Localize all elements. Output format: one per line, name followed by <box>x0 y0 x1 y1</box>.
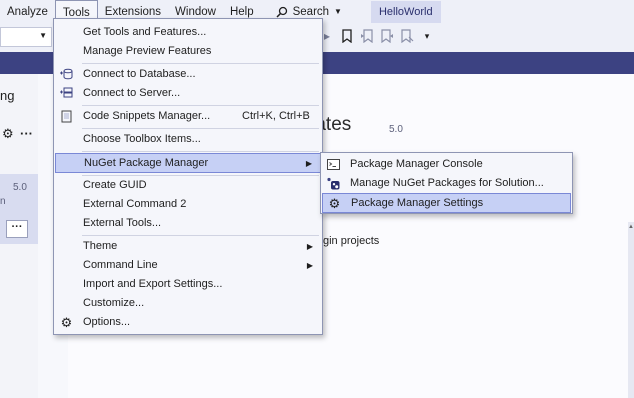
menu-item-code-snippets[interactable]: Code Snippets Manager... Ctrl+K, Ctrl+B <box>55 107 321 126</box>
bookmark-icon[interactable] <box>340 29 354 44</box>
shortcut-text: Ctrl+K, Ctrl+B <box>242 110 310 122</box>
next-bookmark-icon[interactable] <box>380 29 394 44</box>
menu-item-label: Choose Toolbox Items... <box>83 133 201 145</box>
menu-item-theme[interactable]: Theme ▶ <box>55 237 321 256</box>
menu-separator <box>82 128 319 129</box>
console-icon <box>326 157 341 172</box>
vertical-scrollbar[interactable]: ▲ <box>628 222 634 398</box>
menu-item-label: Customize... <box>83 297 145 309</box>
submenu-arrow-icon: ▶ <box>306 242 313 251</box>
menu-item-external-command-2[interactable]: External Command 2 <box>55 195 321 214</box>
menu-item-label: External Command 2 <box>83 198 187 210</box>
submenu-item-manage-nuget-packages[interactable]: Manage NuGet Packages for Solution... <box>322 174 571 193</box>
menu-item-label: NuGet Package Manager <box>84 157 209 169</box>
submenu-item-package-manager-settings[interactable]: ⚙ Package Manager Settings <box>322 193 571 213</box>
menu-item-label: Connect to Database... <box>83 68 196 80</box>
solution-name-badge: HelloWorld <box>370 1 441 23</box>
menu-separator <box>82 63 319 64</box>
nuget-submenu: Package Manager Console Manage NuGet Pac… <box>320 152 573 214</box>
more-options-icon[interactable]: ··· <box>20 126 33 141</box>
item-version: 5.0 <box>13 182 27 193</box>
settings-gear-icon[interactable]: ⚙ <box>2 126 14 142</box>
menu-item-label: Command Line <box>83 259 158 271</box>
menu-item-choose-toolbox[interactable]: Choose Toolbox Items... <box>55 130 321 149</box>
menu-item-label: Package Manager Console <box>350 158 483 170</box>
submenu-arrow-icon: ▶ <box>305 159 312 168</box>
menu-item-label: Options... <box>83 316 131 328</box>
item-text: n <box>0 196 6 207</box>
left-panel: ng ⚙ ··· 5.0 n ··· <box>0 74 38 398</box>
menu-item-label: Code Snippets Manager... <box>83 110 211 122</box>
toolbar-overflow-icon[interactable]: ▾ <box>420 29 434 43</box>
menu-item-manage-preview[interactable]: Manage Preview Features <box>55 42 321 61</box>
menu-item-create-guid[interactable]: Create GUID <box>55 176 321 195</box>
selected-list-item[interactable]: 5.0 n ··· <box>0 174 38 244</box>
menu-item-customize[interactable]: Customize... <box>55 294 321 313</box>
search-icon <box>276 6 287 18</box>
scroll-up-icon[interactable]: ▲ <box>628 224 634 230</box>
menu-item-label: Connect to Server... <box>83 87 181 99</box>
menu-item-connect-database[interactable]: Connect to Database... <box>55 65 321 84</box>
menu-item-label: Theme <box>83 240 118 252</box>
menu-item-external-tools[interactable]: External Tools... <box>55 214 321 233</box>
configuration-dropdown[interactable]: ▼ <box>0 27 52 47</box>
menu-item-label: Import and Export Settings... <box>83 278 223 290</box>
menu-item-import-export-settings[interactable]: Import and Export Settings... <box>55 275 321 294</box>
menu-separator <box>82 151 319 152</box>
snippet-icon <box>59 109 74 124</box>
menu-item-label: Create GUID <box>83 179 147 191</box>
gear-icon: ⚙ <box>60 315 73 330</box>
tools-menu: Get Tools and Features... Manage Preview… <box>53 18 323 335</box>
menu-item-options[interactable]: ⚙ Options... <box>55 313 321 332</box>
menu-item-label: Manage NuGet Packages for Solution... <box>350 177 544 189</box>
menu-item-label: External Tools... <box>83 217 162 229</box>
bookmark-toolbar: ▸ ▾ <box>320 29 434 44</box>
menu-separator <box>82 105 319 106</box>
menu-item-nuget-package-manager[interactable]: NuGet Package Manager ▶ <box>55 153 321 173</box>
submenu-arrow-icon: ▶ <box>306 261 313 270</box>
menu-item-label: Package Manager Settings <box>351 197 484 209</box>
database-connect-icon <box>59 67 74 82</box>
title-version: 5.0 <box>389 124 403 135</box>
item-more-button[interactable]: ··· <box>6 220 28 238</box>
menu-item-get-tools[interactable]: Get Tools and Features... <box>55 23 321 42</box>
left-panel-text: ng <box>0 88 15 103</box>
menu-analyze[interactable]: Analyze <box>0 0 55 24</box>
chevron-down-icon: ▼ <box>334 7 342 16</box>
previous-bookmark-icon[interactable] <box>360 29 374 44</box>
menu-item-connect-server[interactable]: Connect to Server... <box>55 84 321 103</box>
menu-item-label: Manage Preview Features <box>83 45 212 57</box>
menu-separator <box>82 235 319 236</box>
clear-bookmarks-icon[interactable] <box>400 29 414 44</box>
server-connect-icon <box>59 86 74 101</box>
chevron-down-icon: ▼ <box>39 31 47 40</box>
nuget-icon <box>326 176 341 191</box>
menu-item-command-line[interactable]: Command Line ▶ <box>55 256 321 275</box>
gear-icon: ⚙ <box>328 196 341 211</box>
menu-item-label: Get Tools and Features... <box>83 26 207 38</box>
submenu-item-package-manager-console[interactable]: Package Manager Console <box>322 155 571 174</box>
description-text: gin projects <box>323 235 380 247</box>
